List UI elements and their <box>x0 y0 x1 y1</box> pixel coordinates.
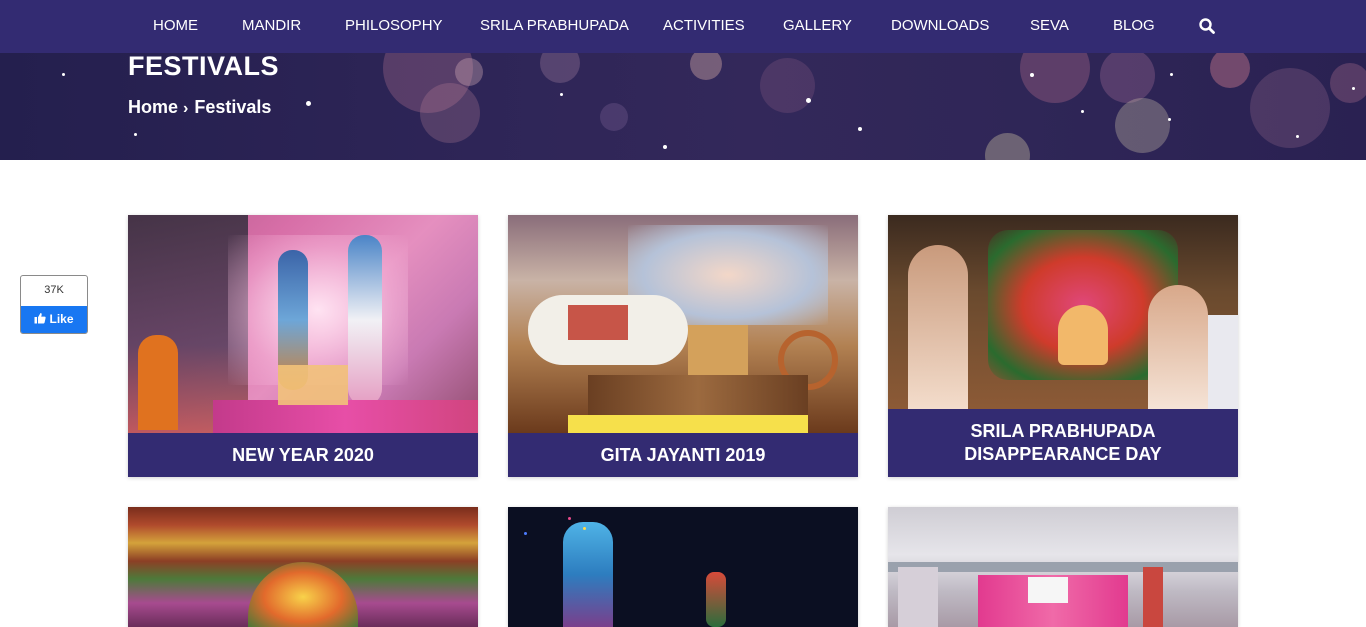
festival-title[interactable]: SRILA PRABHUPADA DISAPPEARANCE DAY <box>888 409 1238 477</box>
chevron-right-icon: › <box>183 100 189 117</box>
facebook-like-widget: 37K Like <box>20 275 88 334</box>
breadcrumb-current: Festivals <box>194 97 272 117</box>
nav-seva[interactable]: SEVA <box>1030 0 1069 53</box>
breadcrumb-home-link[interactable]: Home <box>128 97 178 117</box>
festival-card[interactable]: NEW YEAR 2020 <box>128 215 478 477</box>
festival-image <box>888 507 1238 627</box>
festival-title[interactable]: NEW YEAR 2020 <box>128 433 478 477</box>
search-icon[interactable] <box>1198 17 1216 35</box>
nav-srila-prabhupada[interactable]: SRILA PRABHUPADA <box>480 0 629 53</box>
festival-image-prabhupada-disappearance <box>888 215 1238 409</box>
festival-image-gita-jayanti <box>508 215 858 433</box>
page-hero-banner: FESTIVALS Home › Festivals <box>0 53 1366 160</box>
festival-card[interactable] <box>888 507 1238 627</box>
breadcrumb: Home › Festivals <box>128 97 271 118</box>
nav-home[interactable]: HOME <box>153 0 198 53</box>
nav-mandir[interactable]: MANDIR <box>242 0 301 53</box>
festival-card[interactable] <box>508 507 858 627</box>
festival-card[interactable]: SRILA PRABHUPADA DISAPPEARANCE DAY <box>888 215 1238 477</box>
page-title: FESTIVALS <box>128 53 280 81</box>
nav-gallery[interactable]: GALLERY <box>783 0 852 53</box>
thumbs-up-icon <box>34 313 47 324</box>
like-count: 37K <box>44 284 64 296</box>
festival-image <box>508 507 858 627</box>
nav-downloads[interactable]: DOWNLOADS <box>891 0 989 53</box>
facebook-like-button[interactable]: Like <box>21 306 87 333</box>
top-navbar: HOME MANDIR PHILOSOPHY SRILA PRABHUPADA … <box>0 0 1366 53</box>
festival-title[interactable]: GITA JAYANTI 2019 <box>508 433 858 477</box>
nav-philosophy[interactable]: PHILOSOPHY <box>345 0 443 53</box>
festival-image-new-year <box>128 215 478 433</box>
nav-blog[interactable]: BLOG <box>1113 0 1155 53</box>
festival-card[interactable]: GITA JAYANTI 2019 <box>508 215 858 477</box>
facebook-like-label: Like <box>49 312 74 326</box>
festival-image <box>128 507 478 627</box>
festival-card[interactable] <box>128 507 478 627</box>
nav-activities[interactable]: ACTIVITIES <box>663 0 745 53</box>
